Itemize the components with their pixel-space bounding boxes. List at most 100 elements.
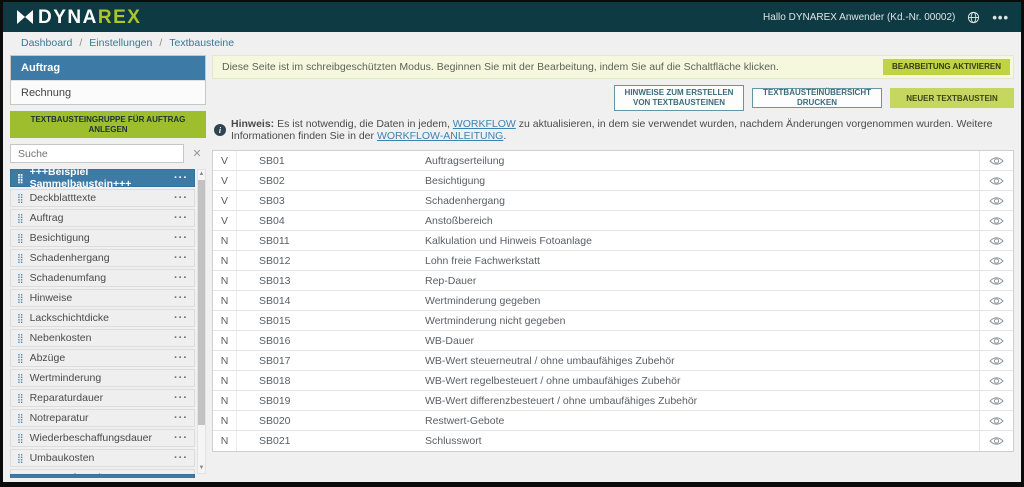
breadcrumb-textbausteine[interactable]: Textbausteine bbox=[169, 37, 234, 49]
textblock-row[interactable]: V SB04 Anstoßbereich bbox=[213, 211, 1013, 231]
drag-handle-icon[interactable]: ⣿ bbox=[17, 274, 24, 283]
drag-handle-icon[interactable]: ⣿ bbox=[17, 234, 24, 243]
print-overview-button[interactable]: TEXTBAUSTEINÜBERSICHT DRUCKEN bbox=[752, 88, 882, 108]
sidebar-group-item[interactable]: ⣿ Auftrag ··· bbox=[10, 209, 195, 227]
drag-handle-icon[interactable]: ⣿ bbox=[17, 334, 24, 343]
header-menu-icon[interactable]: ••• bbox=[992, 10, 1009, 25]
group-item-more-icon[interactable]: ··· bbox=[174, 172, 188, 184]
textblock-hints-button[interactable]: HINWEISE ZUM ERSTELLEN VON TEXTBAUSTEINE… bbox=[614, 85, 744, 111]
drag-handle-icon[interactable]: ⣿ bbox=[17, 294, 24, 303]
group-item-label: Besichtigung bbox=[30, 232, 90, 244]
textblock-row[interactable]: N SB017 WB-Wert steuerneutral / ohne umb… bbox=[213, 351, 1013, 371]
sidebar-group-item[interactable]: ⣿ Notreparatur ··· bbox=[10, 409, 195, 427]
sidebar-group-item[interactable]: ⣿ Wiederbeschaffungsdauer ··· bbox=[10, 429, 195, 447]
drag-handle-icon[interactable]: ⣿ bbox=[17, 314, 24, 323]
textblock-row[interactable]: N SB020 Restwert-Gebote bbox=[213, 411, 1013, 431]
group-item-more-icon[interactable]: ··· bbox=[174, 292, 188, 304]
sidebar-scrollbar[interactable]: ▲ ▼ bbox=[197, 169, 206, 474]
search-input[interactable] bbox=[11, 148, 183, 160]
preview-eye-button[interactable] bbox=[979, 211, 1013, 230]
breadcrumb-einstellungen[interactable]: Einstellungen bbox=[89, 37, 152, 49]
sidebar-group-item[interactable]: ⣿ Schadenumfang ··· bbox=[10, 269, 195, 287]
preview-eye-button[interactable] bbox=[979, 311, 1013, 330]
textblock-row[interactable]: N SB016 WB-Dauer bbox=[213, 331, 1013, 351]
workflow-link[interactable]: WORKFLOW bbox=[453, 118, 516, 130]
group-item-more-icon[interactable]: ··· bbox=[174, 352, 188, 364]
sidebar-group-item[interactable]: ⣿ +++Beispiel Sammelbaustein+++ ··· bbox=[10, 169, 195, 187]
scrollbar-thumb[interactable] bbox=[198, 180, 205, 425]
preview-eye-button[interactable] bbox=[979, 291, 1013, 310]
group-item-more-icon[interactable]: ··· bbox=[174, 332, 188, 344]
sidebar-group-item[interactable]: ⣿ Besichtigung ··· bbox=[10, 229, 195, 247]
scroll-down-icon[interactable]: ▼ bbox=[199, 464, 205, 473]
group-item-more-icon[interactable]: ··· bbox=[174, 252, 188, 264]
group-item-more-icon[interactable]: ··· bbox=[174, 452, 188, 464]
sidebar-group-item[interactable]: ⣿ Umbaukosten ··· bbox=[10, 449, 195, 467]
textblock-row[interactable]: V SB02 Besichtigung bbox=[213, 171, 1013, 191]
group-item-more-icon[interactable]: ··· bbox=[174, 392, 188, 404]
preview-eye-button[interactable] bbox=[979, 191, 1013, 210]
group-item-more-icon[interactable]: ··· bbox=[174, 372, 188, 384]
drag-handle-icon[interactable]: ⣿ bbox=[17, 254, 24, 263]
textblock-row[interactable]: N SB012 Lohn freie Fachwerkstatt bbox=[213, 251, 1013, 271]
create-textblock-group-button[interactable]: TEXTBAUSTEINGRUPPE FÜR AUFTRAG ANLEGEN bbox=[10, 111, 206, 138]
scroll-up-icon[interactable]: ▲ bbox=[199, 170, 205, 179]
textblock-row[interactable]: N SB015 Wertminderung nicht gegeben bbox=[213, 311, 1013, 331]
new-textblock-button[interactable]: NEUER TEXTBAUSTEIN bbox=[890, 88, 1014, 108]
tab-auftrag[interactable]: Auftrag bbox=[11, 56, 205, 80]
preview-eye-button[interactable] bbox=[979, 391, 1013, 410]
textblock-row[interactable]: N SB021 Schlusswort bbox=[213, 431, 1013, 451]
activate-editing-button[interactable]: BEARBEITUNG AKTIVIEREN bbox=[883, 59, 1010, 75]
globe-icon[interactable] bbox=[967, 11, 980, 24]
textblock-row[interactable]: N SB018 WB-Wert regelbesteuert / ohne um… bbox=[213, 371, 1013, 391]
preview-eye-button[interactable] bbox=[979, 371, 1013, 390]
workflow-guide-link[interactable]: WORKFLOW-ANLEITUNG bbox=[377, 130, 503, 142]
sidebar-group-item[interactable]: ⣿ Wertminderung ··· bbox=[10, 369, 195, 387]
textblock-title: Schadenhergang bbox=[425, 195, 979, 207]
sidebar-group-item[interactable]: ⣿ Hinweise ··· bbox=[10, 289, 195, 307]
tab-rechnung[interactable]: Rechnung bbox=[11, 80, 205, 104]
textblock-row[interactable]: V SB03 Schadenhergang bbox=[213, 191, 1013, 211]
drag-handle-icon[interactable]: ⣿ bbox=[17, 394, 24, 403]
textblock-row[interactable]: V SB01 Auftragserteilung bbox=[213, 151, 1013, 171]
group-item-more-icon[interactable]: ··· bbox=[174, 272, 188, 284]
drag-handle-icon[interactable]: ⣿ bbox=[17, 354, 24, 363]
eye-icon bbox=[989, 296, 1004, 306]
preview-eye-button[interactable] bbox=[979, 171, 1013, 190]
textblock-row[interactable]: N SB014 Wertminderung gegeben bbox=[213, 291, 1013, 311]
group-item-more-icon[interactable]: ··· bbox=[174, 212, 188, 224]
search-clear-icon[interactable]: ✕ bbox=[188, 147, 206, 160]
group-item-more-icon[interactable]: ··· bbox=[174, 412, 188, 424]
textblock-row[interactable]: N SB019 WB-Wert differenzbesteuert / ohn… bbox=[213, 391, 1013, 411]
preview-eye-button[interactable] bbox=[979, 431, 1013, 451]
sidebar-group-item[interactable]: ⣿ Deckblatttexte ··· bbox=[10, 189, 195, 207]
preview-eye-button[interactable] bbox=[979, 251, 1013, 270]
preview-eye-button[interactable] bbox=[979, 331, 1013, 350]
drag-handle-icon[interactable]: ⣿ bbox=[17, 434, 24, 443]
group-item-more-icon[interactable]: ··· bbox=[174, 192, 188, 204]
drag-handle-icon[interactable]: ⣿ bbox=[17, 194, 24, 203]
drag-handle-icon[interactable]: ⣿ bbox=[17, 214, 24, 223]
drag-handle-icon[interactable]: ⣿ bbox=[17, 374, 24, 383]
drag-handle-icon[interactable]: ⣿ bbox=[17, 174, 24, 183]
sidebar-group-item[interactable]: ⣿ Abzüge ··· bbox=[10, 349, 195, 367]
group-item-more-icon[interactable]: ··· bbox=[174, 312, 188, 324]
sidebar-group-item[interactable]: ⣿ Schadenhergang ··· bbox=[10, 249, 195, 267]
textblock-code: SB03 bbox=[237, 195, 425, 207]
sidebar-group-item[interactable]: ⣿ Reparaturdauer ··· bbox=[10, 389, 195, 407]
preview-eye-button[interactable] bbox=[979, 271, 1013, 290]
preview-eye-button[interactable] bbox=[979, 231, 1013, 250]
breadcrumb-dashboard[interactable]: Dashboard bbox=[21, 37, 72, 49]
preview-eye-button[interactable] bbox=[979, 351, 1013, 370]
sidebar-group-item[interactable]: ⣿ Nebenkosten ··· bbox=[10, 329, 195, 347]
textblock-row[interactable]: N SB013 Rep-Dauer bbox=[213, 271, 1013, 291]
sidebar-group-item-partial[interactable] bbox=[10, 474, 195, 478]
sidebar-group-item[interactable]: ⣿ Lackschichtdicke ··· bbox=[10, 309, 195, 327]
preview-eye-button[interactable] bbox=[979, 151, 1013, 170]
group-item-more-icon[interactable]: ··· bbox=[174, 232, 188, 244]
drag-handle-icon[interactable]: ⣿ bbox=[17, 414, 24, 423]
preview-eye-button[interactable] bbox=[979, 411, 1013, 430]
textblock-row[interactable]: N SB011 Kalkulation und Hinweis Fotoanla… bbox=[213, 231, 1013, 251]
drag-handle-icon[interactable]: ⣿ bbox=[17, 454, 24, 463]
group-item-more-icon[interactable]: ··· bbox=[174, 432, 188, 444]
